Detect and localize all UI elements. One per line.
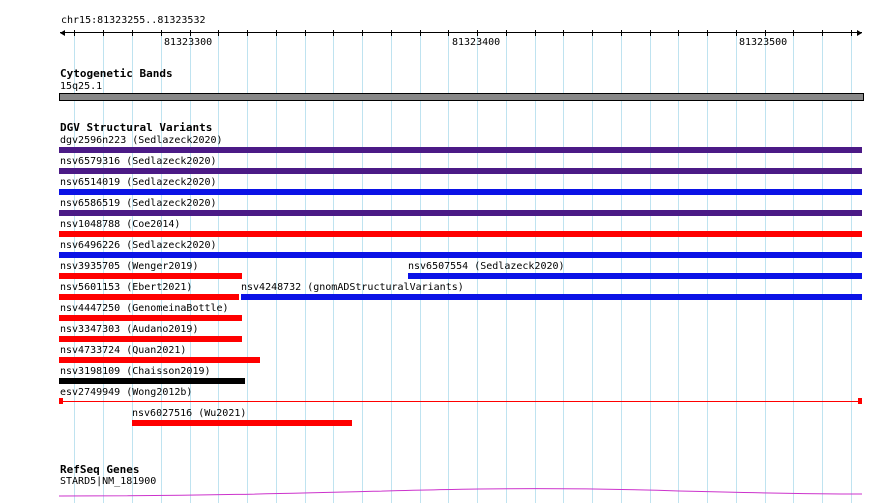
ruler-scale[interactable] (60, 30, 862, 36)
feature-bar[interactable] (408, 273, 862, 279)
ruler-tick-label: 81323300 (164, 37, 213, 48)
feature-bar[interactable] (241, 294, 862, 300)
feature-label: nsv6514019 (Sedlazeck2020) (60, 177, 217, 188)
track-title-refseq[interactable]: RefSeq Genes (60, 463, 139, 476)
feature-bar[interactable] (132, 420, 352, 426)
track-title-dgv[interactable]: DGV Structural Variants (60, 121, 212, 134)
gene-curve[interactable] (59, 484, 862, 498)
feature-label: nsv4248732 (gnomADStructuralVariants) (241, 282, 464, 293)
feature-label: nsv1048788 (Coe2014) (60, 219, 181, 230)
feature-label: dgv2596n223 (Sedlazeck2020) (60, 135, 223, 146)
feature-label: nsv6586519 (Sedlazeck2020) (60, 198, 217, 209)
feature-label: nsv6496226 (Sedlazeck2020) (60, 240, 217, 251)
feature-label: nsv4733724 (Quan2021) (60, 345, 187, 356)
ruler-tick-label: 81323400 (452, 37, 501, 48)
feature-label: nsv4447250 (GenomeinaBottle) (60, 303, 229, 314)
feature-label: nsv3935705 (Wenger2019) (60, 261, 199, 272)
feature-label: nsv3198109 (Chaisson2019) (60, 366, 211, 377)
feature-label: nsv6027516 (Wu2021) (132, 408, 247, 419)
feature-label: nsv6579316 (Sedlazeck2020) (60, 156, 217, 167)
ruler-tick-label: 81323500 (739, 37, 788, 48)
ruler-line (60, 32, 862, 33)
feature-bar[interactable] (59, 168, 862, 174)
ruler-location: chr15:81323255..81323532 (61, 15, 206, 26)
feature-bar[interactable] (59, 231, 862, 237)
cytoband-label: 15q25.1 (60, 81, 103, 92)
feature-bar[interactable] (59, 147, 862, 153)
feature-bar[interactable] (59, 336, 242, 342)
feature-bar[interactable] (59, 252, 862, 258)
feature-bar[interactable] (59, 357, 260, 363)
feature-bar[interactable] (59, 273, 242, 279)
feature-bar[interactable] (59, 210, 862, 216)
feature-bar[interactable] (59, 315, 242, 321)
feature-bar[interactable] (59, 378, 245, 384)
ruler-right-arrow (857, 30, 862, 36)
ruler-left-arrow (60, 30, 65, 36)
feature-bar[interactable] (59, 189, 862, 195)
track-title-cytoband[interactable]: Cytogenetic Bands (60, 67, 173, 80)
feature-bar[interactable] (59, 294, 239, 300)
feature-label: nsv6507554 (Sedlazeck2020) (408, 261, 565, 272)
feature-label: nsv3347303 (Audano2019) (60, 324, 199, 335)
feature-bar[interactable] (59, 398, 862, 404)
feature-label: nsv5601153 (Ebert2021) (60, 282, 193, 293)
cytoband-bar[interactable] (59, 93, 864, 101)
